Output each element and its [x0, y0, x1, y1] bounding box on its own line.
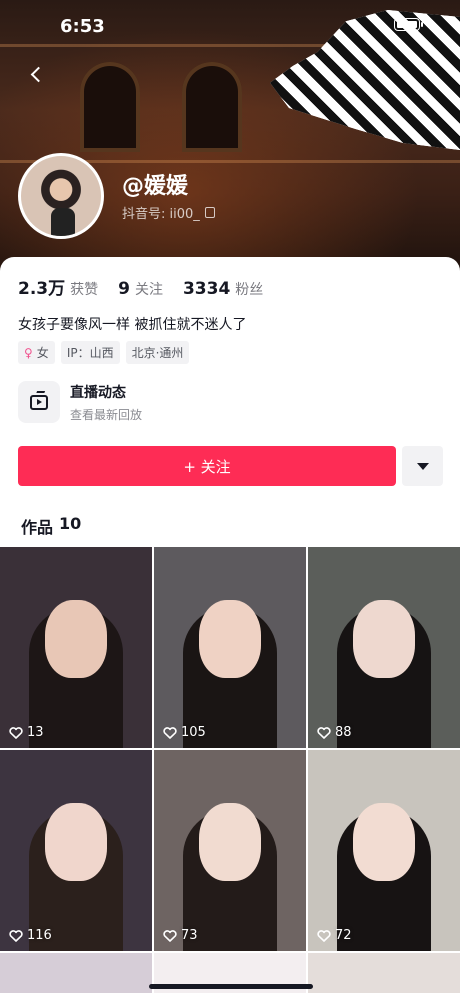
- live-subtitle: 查看最新回放: [70, 407, 143, 422]
- more-options-button[interactable]: [402, 446, 443, 486]
- back-button[interactable]: [22, 60, 50, 88]
- tag-text: 女: [36, 346, 49, 360]
- tag-text: 北京·通州: [131, 346, 184, 360]
- like-count-text: 105: [181, 725, 206, 740]
- live-replay-entry[interactable]: 直播动态 查看最新回放: [18, 381, 142, 423]
- cover-window: [182, 62, 242, 152]
- works-grid: 13 105 88 116 73 72: [0, 547, 460, 993]
- heart-icon: [163, 726, 177, 739]
- video-like-count: 13: [9, 725, 44, 740]
- tag-gender: ♀ 女: [18, 341, 55, 364]
- video-thumbnail[interactable]: 88: [308, 547, 460, 748]
- profile-bio: 女孩子要像风一样 被抓住就不迷人了: [18, 317, 247, 333]
- video-thumbnail[interactable]: 116: [0, 750, 152, 951]
- like-count-text: 72: [335, 928, 352, 943]
- heart-icon: [9, 726, 23, 739]
- cover-window: [80, 62, 140, 152]
- video-thumbnail[interactable]: 72: [308, 750, 460, 951]
- triangle-down-icon: [416, 462, 429, 470]
- heart-icon: [9, 929, 23, 942]
- copy-icon[interactable]: [204, 207, 215, 218]
- heart-icon: [317, 726, 331, 739]
- stat-value: 2.3万: [18, 279, 66, 299]
- video-like-count: 88: [317, 725, 352, 740]
- avatar[interactable]: [18, 153, 104, 239]
- works-tab-label: 作品: [21, 518, 54, 537]
- thumbnail-face: [199, 803, 261, 882]
- heart-icon: [163, 929, 177, 942]
- video-like-count: 116: [9, 928, 52, 943]
- tab-works[interactable]: 作品 10: [21, 514, 81, 538]
- like-count-text: 88: [335, 725, 352, 740]
- tag-location: 北京·通州: [125, 341, 190, 364]
- stat-followers[interactable]: 3334 粉丝: [183, 279, 263, 299]
- video-thumbnail[interactable]: [308, 953, 460, 993]
- chevron-left-icon: [30, 66, 46, 82]
- live-icon-box: [18, 381, 60, 423]
- battery-icon: [394, 18, 423, 31]
- follow-button[interactable]: + 关注: [18, 446, 396, 486]
- like-count-text: 73: [181, 928, 198, 943]
- profile-nickname: @媛媛: [122, 174, 189, 199]
- video-thumbnail[interactable]: 73: [154, 750, 306, 951]
- video-like-count: 72: [317, 928, 352, 943]
- video-thumbnail[interactable]: [0, 953, 152, 993]
- thumbnail-face: [45, 803, 107, 882]
- stat-likes[interactable]: 2.3万 获赞: [18, 274, 98, 299]
- like-count-text: 13: [27, 725, 44, 740]
- like-count-text: 116: [27, 928, 52, 943]
- stat-label: 关注: [134, 282, 163, 298]
- profile-content-sheet: 2.3万 获赞 9 关注 3334 粉丝 女孩子要像风一样 被抓住就不迷人了 ♀…: [0, 257, 460, 996]
- douyin-id: 抖音号: ii00_: [122, 203, 215, 222]
- douyin-id-text: 抖音号: ii00_: [122, 207, 200, 222]
- thumbnail-face: [45, 600, 107, 679]
- video-like-count: 105: [163, 725, 206, 740]
- thumbnail-face: [353, 600, 415, 679]
- thumbnail-face: [199, 600, 261, 679]
- video-thumbnail[interactable]: 105: [154, 547, 306, 748]
- works-count: 10: [59, 514, 82, 533]
- video-like-count: 73: [163, 928, 198, 943]
- heart-icon: [317, 929, 331, 942]
- stat-label: 获赞: [70, 282, 99, 298]
- stat-label: 粉丝: [235, 282, 264, 298]
- live-title: 直播动态: [70, 384, 126, 401]
- status-bar-time: 6:53: [60, 16, 105, 37]
- profile-tags: ♀ 女 IP：山西 北京·通州: [18, 341, 190, 364]
- houndstooth-mask-overlay: [270, 10, 460, 150]
- stat-value: 9: [118, 279, 130, 299]
- stat-value: 3334: [182, 279, 231, 299]
- female-icon: ♀: [24, 345, 33, 360]
- home-indicator[interactable]: [149, 984, 313, 989]
- video-thumbnail[interactable]: 13: [0, 547, 152, 748]
- tag-text: IP：山西: [66, 346, 114, 360]
- tag-ip: IP：山西: [60, 341, 120, 364]
- tv-icon: [30, 394, 48, 410]
- profile-stats: 2.3万 获赞 9 关注 3334 粉丝: [18, 274, 263, 299]
- thumbnail-face: [353, 803, 415, 882]
- stat-following[interactable]: 9 关注: [118, 279, 163, 299]
